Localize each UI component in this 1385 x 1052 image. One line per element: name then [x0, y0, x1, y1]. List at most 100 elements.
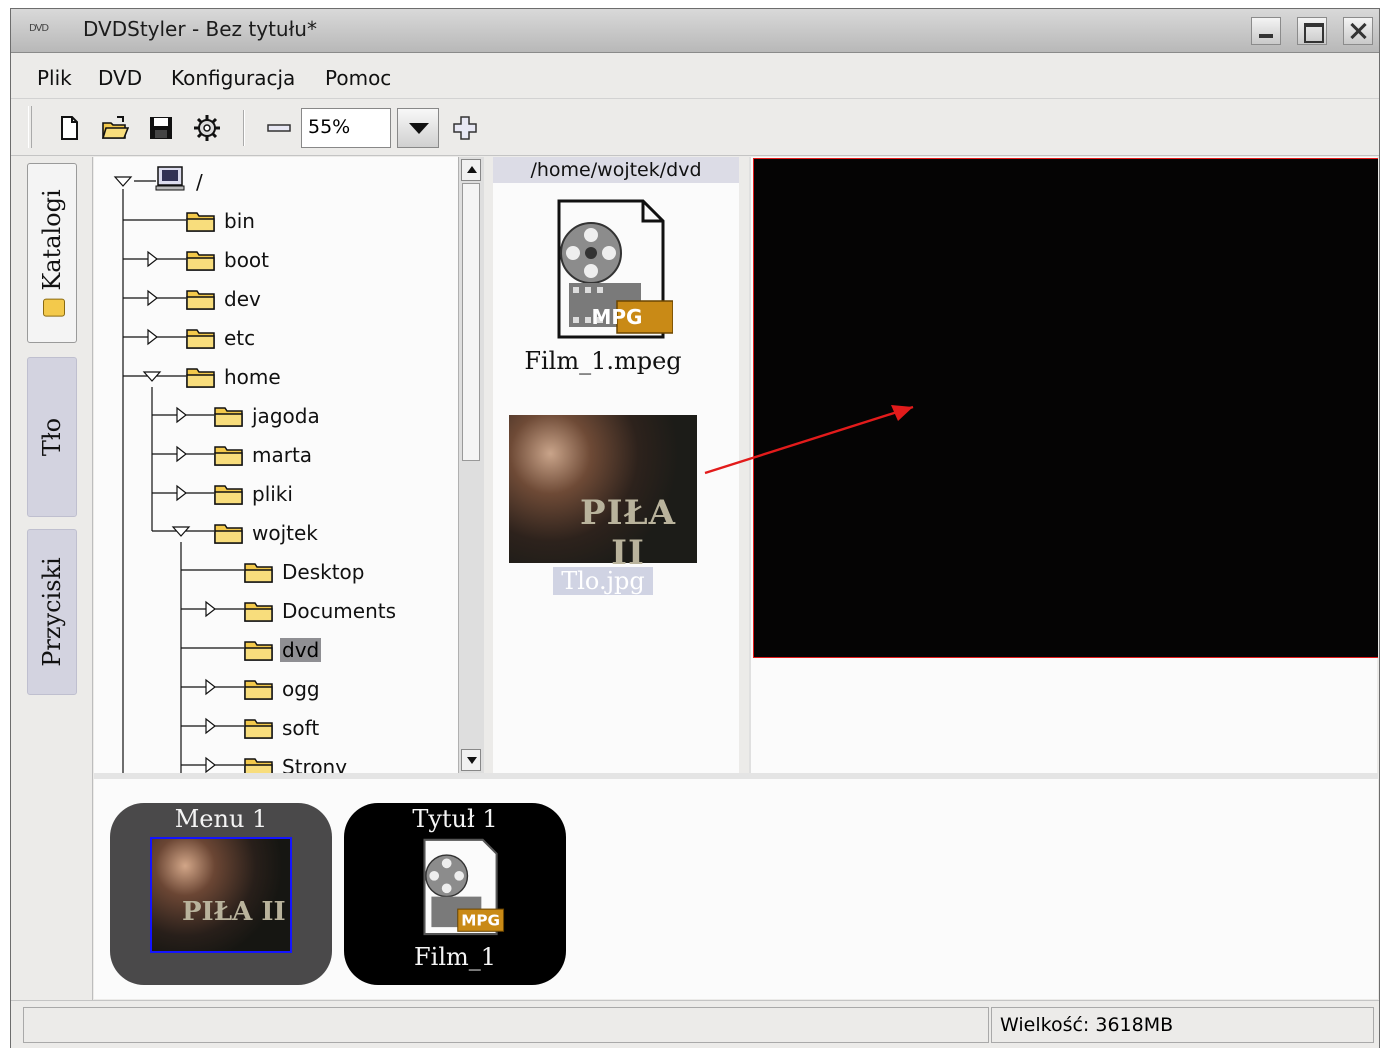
menu-thumbnail: PIŁA II	[150, 837, 292, 953]
folder-icon	[214, 407, 243, 427]
scroll-up-button[interactable]	[461, 159, 481, 181]
zoom-dropdown-button[interactable]	[397, 108, 439, 148]
titleset-panel: Menu 1 PIŁA II Tytuł 1 MPG Film_1	[94, 773, 1378, 999]
zoom-input[interactable]	[302, 109, 386, 145]
tree-item-boot[interactable]: boot	[186, 245, 271, 275]
tab-katalogi-content: Katalogi	[38, 189, 66, 317]
tab-katalogi-label: Katalogi	[38, 189, 66, 291]
tree-item-label: wojtek	[252, 521, 318, 545]
mpg-badge: MPG	[591, 305, 643, 329]
tree-item-dev[interactable]: dev	[186, 284, 263, 314]
settings-gear-icon[interactable]	[193, 114, 221, 142]
folder-icon	[186, 251, 215, 271]
scroll-thumb[interactable]	[462, 183, 480, 461]
file-name: Film_1.mpeg	[524, 347, 682, 375]
tab-przyciski[interactable]: Przyciski	[27, 529, 77, 695]
open-folder-icon[interactable]	[101, 114, 130, 142]
new-file-icon[interactable]	[55, 114, 83, 142]
menu-dvd[interactable]: DVD	[98, 66, 142, 90]
tree-item-dvd[interactable]: dvd	[244, 635, 322, 665]
save-icon[interactable]	[147, 114, 175, 142]
thumbnail-text: PIŁA II	[580, 493, 676, 573]
folder-icon	[186, 212, 215, 232]
dvd-app-icon: DVD	[29, 23, 49, 34]
tree-item-marta[interactable]: marta	[214, 440, 314, 470]
folder-icon	[186, 368, 215, 388]
folder-icon	[244, 758, 273, 773]
tree-item-label: dvd	[280, 638, 322, 662]
tree-item-home[interactable]: home	[186, 362, 283, 392]
tab-tlo-label: Tło	[38, 417, 66, 457]
toolbar	[11, 100, 1379, 156]
tree-item-label: home	[224, 365, 281, 389]
tree-item-jagoda[interactable]: jagoda	[214, 401, 322, 431]
menu-konfiguracja[interactable]: Konfiguracja	[171, 66, 295, 90]
toolbar-grip[interactable]	[28, 106, 32, 148]
window-title: DVDStyler - Bez tytułu*	[83, 17, 317, 41]
tree-item-label: Desktop	[282, 560, 365, 584]
tree-item-ogg[interactable]: ogg	[244, 674, 322, 704]
tree-item-soft[interactable]: soft	[244, 713, 321, 743]
status-message	[23, 1007, 989, 1043]
tree-item-etc[interactable]: etc	[186, 323, 257, 353]
folder-icon	[42, 298, 65, 317]
minimize-button[interactable]	[1251, 17, 1281, 45]
tab-tlo[interactable]: Tło	[27, 357, 77, 517]
tree-item-label: Documents	[282, 599, 397, 623]
tree-item-label: pliki	[252, 482, 293, 506]
directory-tree[interactable]: / bin boot dev etc home jagoda marta pliki wojte…	[94, 157, 484, 773]
menu-name: Menu 1	[174, 805, 268, 833]
tree-item-bin[interactable]: bin	[186, 206, 257, 236]
titleset-item-menu[interactable]: Menu 1 PIŁA II	[110, 803, 332, 985]
file-item-film[interactable]: MPG Film_1.mpeg	[503, 197, 703, 375]
folder-icon	[186, 290, 215, 310]
file-item-tlo[interactable]: PIŁA II Tlo.jpg	[509, 415, 697, 595]
tree-root-label: /	[196, 170, 203, 194]
maximize-button[interactable]	[1297, 17, 1327, 45]
folder-icon	[186, 329, 215, 349]
tree-item-label: etc	[224, 326, 256, 350]
tree-item-documents[interactable]: Documents	[244, 596, 398, 626]
tree-item-label: boot	[224, 248, 270, 272]
menu-plik[interactable]: Plik	[37, 66, 72, 90]
tree-scrollbar[interactable]	[458, 157, 484, 773]
side-tab-bar: Katalogi Tło Przyciski	[11, 157, 93, 1002]
title-bar[interactable]: DVD DVDStyler - Bez tytułu*	[11, 9, 1379, 53]
menu-bar: Plik DVD Konfiguracja Pomoc	[11, 54, 1379, 99]
close-button[interactable]	[1343, 17, 1373, 45]
folder-icon	[244, 680, 273, 700]
title-mpg-badge: MPG	[461, 912, 500, 930]
computer-icon	[155, 166, 185, 191]
title-mpg-icon: MPG	[423, 838, 505, 936]
folder-icon	[244, 719, 273, 739]
zoom-combobox[interactable]	[301, 108, 391, 148]
menu-thumbnail-text: PIŁA II	[182, 897, 286, 927]
tree-root[interactable]: /	[194, 167, 205, 197]
folder-icon	[244, 641, 273, 661]
titleset-item-title[interactable]: Tytuł 1 MPG Film_1	[344, 803, 566, 985]
title-name: Tytuł 1	[412, 805, 498, 833]
tree-item-desktop[interactable]: Desktop	[244, 557, 366, 587]
tree-item-label: marta	[252, 443, 313, 467]
app-window: DVD DVDStyler - Bez tytułu* Plik DVD Kon…	[10, 8, 1380, 1048]
zoom-in-icon[interactable]	[451, 114, 479, 142]
background-image-thumbnail: PIŁA II	[509, 415, 697, 573]
tree-item-label: Strony	[282, 755, 348, 773]
zoom-out-icon[interactable]	[265, 114, 293, 142]
scroll-down-button[interactable]	[461, 749, 481, 771]
folder-icon	[214, 446, 243, 466]
status-disc-size: Wielkość: 3618MB	[991, 1007, 1374, 1043]
tree-item-strony[interactable]: Strony	[244, 752, 349, 773]
tree-item-label: ogg	[282, 677, 320, 701]
tab-katalogi[interactable]: Katalogi	[27, 163, 77, 343]
tree-item-pliki[interactable]: pliki	[214, 479, 295, 509]
tree-item-label: bin	[224, 209, 255, 233]
menu-pomoc[interactable]: Pomoc	[325, 66, 391, 90]
folder-icon	[244, 563, 273, 583]
tree-item-label: jagoda	[252, 404, 320, 428]
drag-arrow	[704, 405, 914, 475]
tree-item-wojtek[interactable]: wojtek	[214, 518, 320, 548]
title-file-label: Film_1	[413, 943, 497, 971]
status-bar: Wielkość: 3618MB	[11, 1000, 1379, 1048]
folder-icon	[244, 602, 273, 622]
